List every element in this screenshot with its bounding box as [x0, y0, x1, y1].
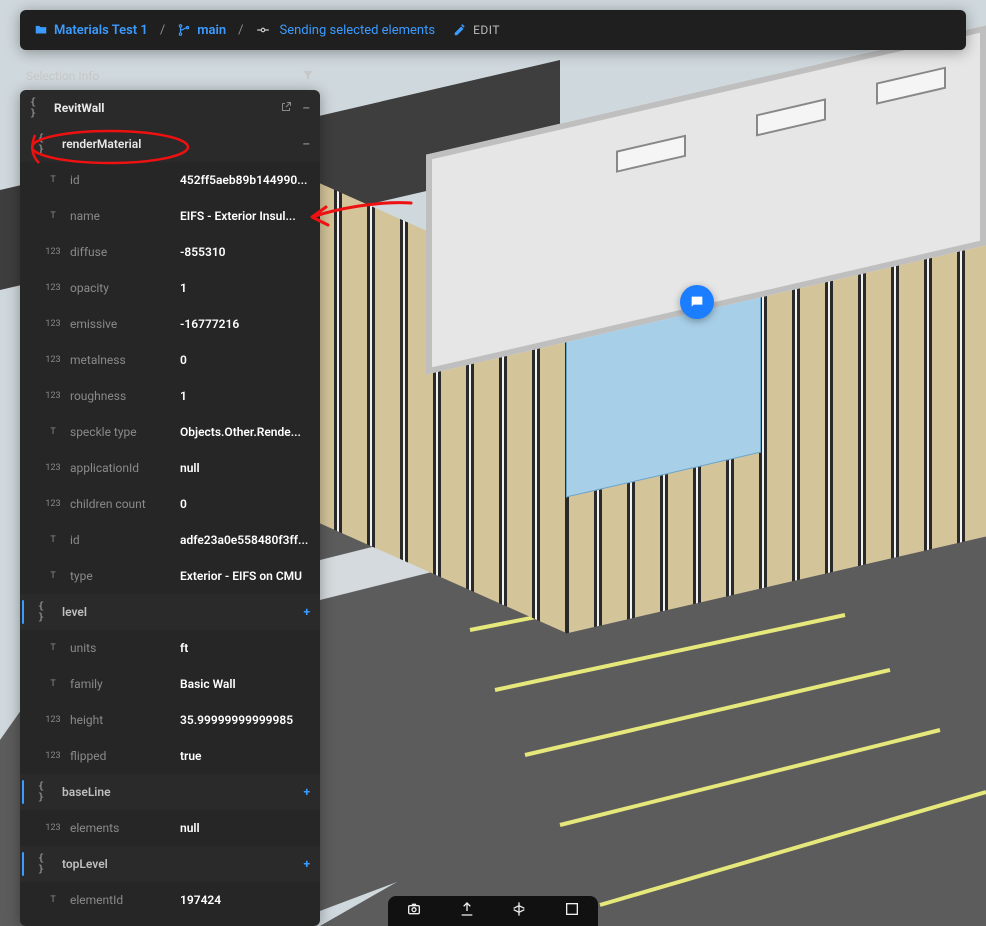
prop-row[interactable]: Tspeckle typeObjects.Other.Rende...: [20, 414, 320, 450]
object-icon: { }: [30, 97, 44, 119]
expand-icon[interactable]: +: [303, 605, 310, 619]
expand-icon[interactable]: +: [303, 857, 310, 871]
prop-row[interactable]: 123flippedtrue: [20, 738, 320, 774]
prop-row[interactable]: 123metalness0: [20, 342, 320, 378]
level-group[interactable]: { }level +: [20, 594, 320, 630]
tool-fit-icon[interactable]: [564, 901, 580, 921]
render-material-group[interactable]: { } renderMaterial –: [20, 126, 320, 162]
prop-row[interactable]: 123applicationIdnull: [20, 450, 320, 486]
prop-row[interactable]: TnameEIFS - Exterior Insul...: [20, 198, 320, 234]
panel-header: Selection Info: [20, 62, 320, 90]
prop-row[interactable]: 123emissive-16777216: [20, 306, 320, 342]
prop-row[interactable]: 123height35.99999999999985: [20, 702, 320, 738]
prop-row[interactable]: 123children count0: [20, 486, 320, 522]
viewer-toolbar: [388, 896, 598, 926]
prop-row[interactable]: 123opacity1: [20, 270, 320, 306]
prop-row[interactable]: Tid452ff5aeb89b144990...: [20, 162, 320, 198]
tool-section-icon[interactable]: [511, 901, 527, 921]
baseline-group[interactable]: { }baseLine +: [20, 774, 320, 810]
panel-title: Selection Info: [26, 69, 99, 83]
tool-capture-icon[interactable]: [406, 901, 422, 921]
selection-info-panel: { } RevitWall – { } renderMaterial – Tid…: [20, 90, 320, 926]
prop-row[interactable]: TelementId197424: [20, 882, 320, 918]
building-model[interactable]: [366, 90, 986, 550]
status-text: Sending selected elements: [280, 23, 436, 38]
collapse-icon[interactable]: –: [302, 101, 310, 116]
prop-row[interactable]: TfamilyBasic Wall: [20, 666, 320, 702]
collapse-icon[interactable]: –: [302, 137, 310, 151]
toplevel-group[interactable]: { }topLevel +: [20, 846, 320, 882]
project-crumb[interactable]: Materials Test 1: [34, 23, 148, 38]
expand-icon[interactable]: +: [303, 785, 310, 799]
open-external-icon[interactable]: [280, 101, 292, 116]
object-header[interactable]: { } RevitWall –: [20, 90, 320, 126]
filter-icon[interactable]: [302, 69, 314, 84]
prop-row[interactable]: TtypeExterior - EIFS on CMU: [20, 558, 320, 594]
branch-crumb[interactable]: main: [177, 23, 226, 38]
edit-button[interactable]: EDIT: [453, 23, 500, 37]
comment-marker[interactable]: [680, 285, 714, 319]
prop-row[interactable]: Tidadfe23a0e558480f3ff...: [20, 522, 320, 558]
prop-row[interactable]: 123elementsnull: [20, 810, 320, 846]
prop-row[interactable]: 123diffuse-855310: [20, 234, 320, 270]
breadcrumb-bar: Materials Test 1 / main / Sending select…: [20, 10, 966, 50]
prop-row[interactable]: 123roughness1: [20, 378, 320, 414]
tool-upload-icon[interactable]: [459, 901, 475, 921]
prop-row[interactable]: Tunitsft: [20, 630, 320, 666]
commit-crumb[interactable]: [256, 23, 270, 37]
